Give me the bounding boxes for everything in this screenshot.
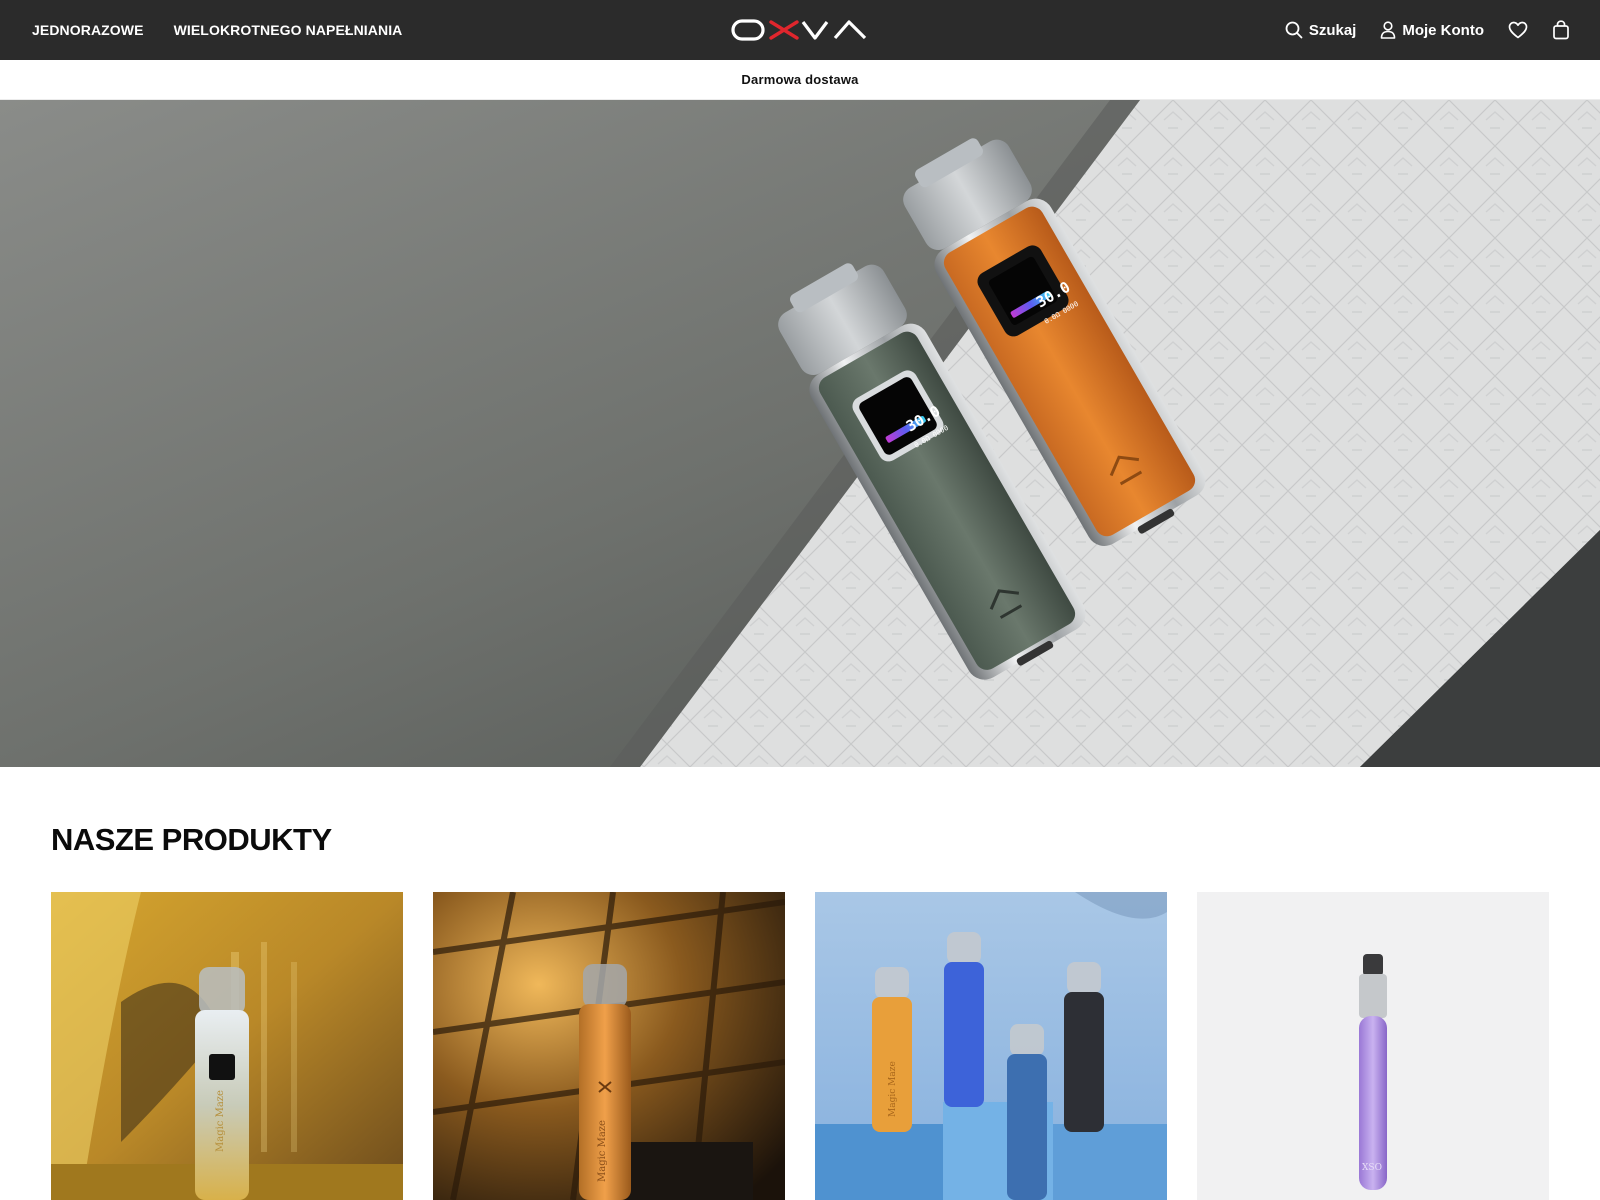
main-menu: JEDNORAZOWE WIELOKROTNEGO NAPEŁNIANIA [32, 0, 402, 60]
product-card[interactable]: XSO [1197, 892, 1549, 1200]
account-button[interactable]: Moje Konto [1380, 21, 1484, 39]
nav-link-disposable[interactable]: JEDNORAZOWE [32, 22, 144, 38]
nav-link-refillable[interactable]: WIELOKROTNEGO NAPEŁNIANIA [174, 22, 403, 38]
product-card[interactable]: Magic Maze [815, 892, 1167, 1200]
header-actions: Szukaj Moje Konto [1285, 0, 1570, 60]
product-image: Magic Maze [815, 892, 1167, 1200]
product-image-text: Magic Maze [215, 1090, 226, 1152]
search-icon [1285, 21, 1303, 39]
product-image-text: XSO [1362, 1163, 1382, 1173]
product-card[interactable]: Magic Maze [433, 892, 785, 1200]
product-image: Magic Maze [433, 892, 785, 1200]
announcement-bar: Darmowa dostawa [0, 60, 1600, 100]
top-navigation-bar: JEDNORAZOWE WIELOKROTNEGO NAPEŁNIANIA Sz… [0, 0, 1600, 60]
product-image: Magic Maze [51, 892, 403, 1200]
heart-icon [1508, 21, 1528, 39]
product-grid: Magic Maze Magic Maze Magic Maze XSO [51, 892, 1549, 1200]
user-icon [1381, 21, 1396, 39]
hero-image: 30.0 30.0 0.0Ω 0000 0.0Ω 0000 [0, 100, 1600, 767]
wishlist-button[interactable] [1508, 21, 1528, 39]
product-image: XSO [1197, 892, 1549, 1200]
product-card[interactable]: Magic Maze [51, 892, 403, 1200]
product-image-text: Magic Maze [597, 1120, 608, 1182]
oxva-logo[interactable] [731, 18, 869, 42]
announcement-text: Darmowa dostawa [741, 72, 859, 87]
products-section-title: NASZE PRODUKTY [51, 822, 332, 857]
oxva-logo-mark [731, 19, 867, 41]
account-label: Moje Konto [1402, 21, 1484, 39]
bag-icon [1553, 20, 1569, 40]
product-image-text: Magic Maze [888, 1061, 898, 1117]
search-label: Szukaj [1308, 21, 1357, 39]
search-button[interactable]: Szukaj [1285, 21, 1357, 39]
cart-button[interactable] [1552, 20, 1570, 40]
hero-banner[interactable]: 30.0 30.0 0.0Ω 0000 0.0Ω 0000 [0, 100, 1600, 767]
